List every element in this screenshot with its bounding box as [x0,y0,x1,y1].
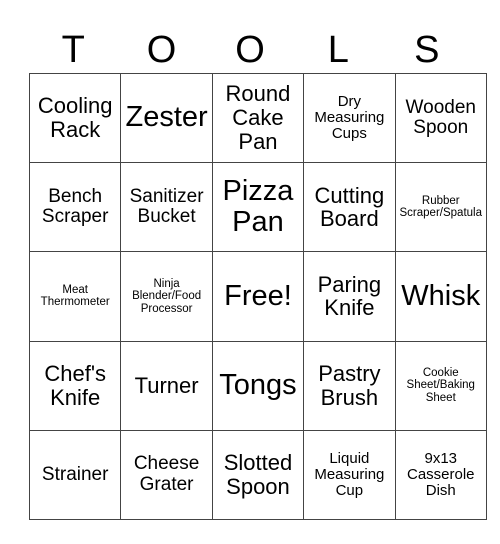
bingo-cell[interactable]: Tongs [211,340,305,431]
title-letter: T [61,29,85,71]
bingo-cell[interactable]: Wooden Spoon [394,72,487,164]
bingo-row: Cooling Rack Zester Round Cake Pan Dry Meas… [28,72,487,164]
title-letter: S [414,29,440,71]
bingo-cell[interactable]: Pizza Pan [211,162,305,253]
bingo-cell[interactable]: Chef's Knife [28,340,122,431]
bingo-cell[interactable]: Sanitizer Bucket [120,162,213,253]
bingo-cell[interactable]: Cooling Rack [28,72,122,164]
bingo-row: Chef's Knife Turner Tongs Pastry Brush Cooki… [28,340,487,431]
bingo-cell[interactable]: Paring Knife [303,251,396,342]
bingo-row: Strainer Cheese Grater Slotted Spoon Liquid… [28,429,487,520]
bingo-cell[interactable]: 9x13 Casserole Dish [394,429,487,520]
bingo-cell[interactable]: Strainer [28,429,122,520]
bingo-cell[interactable]: Cutting Board [303,162,396,253]
bingo-cell[interactable]: Liquid Measuring Cup [303,429,396,520]
bingo-cell[interactable]: Cheese Grater [120,429,213,520]
bingo-title: T O O L S [29,28,471,72]
bingo-card: Cooling Rack Zester Round Cake Pan Dry Meas… [28,72,487,520]
bingo-cell[interactable]: Meat Thermometer [28,251,122,342]
title-letter: O [146,29,177,71]
bingo-cell[interactable]: Turner [120,340,213,431]
bingo-cell[interactable]: Bench Scraper [28,162,122,253]
title-letter: O [235,29,265,71]
bingo-cell[interactable]: Pastry Brush [303,340,396,431]
free-space[interactable]: Free! [211,251,305,342]
bingo-cell[interactable]: Dry Measuring Cups [303,72,396,164]
bingo-cell[interactable]: Round Cake Pan [211,72,305,164]
bingo-cell[interactable]: Ninja Blender/Food Processor [120,251,213,342]
title-letter: L [327,29,349,71]
bingo-cell[interactable]: Cookie Sheet/Baking Sheet [394,340,487,431]
bingo-cell[interactable]: Whisk [394,251,487,342]
bingo-cell[interactable]: Zester [120,72,213,164]
bingo-row: Bench Scraper Sanitizer Bucket Pizza Pan Cu… [28,162,487,253]
bingo-row: Meat Thermometer Ninja Blender/Food Proce… [28,251,487,342]
bingo-cell[interactable]: Slotted Spoon [211,429,305,520]
bingo-cell[interactable]: Rubber Scraper/Spatula [394,162,487,253]
